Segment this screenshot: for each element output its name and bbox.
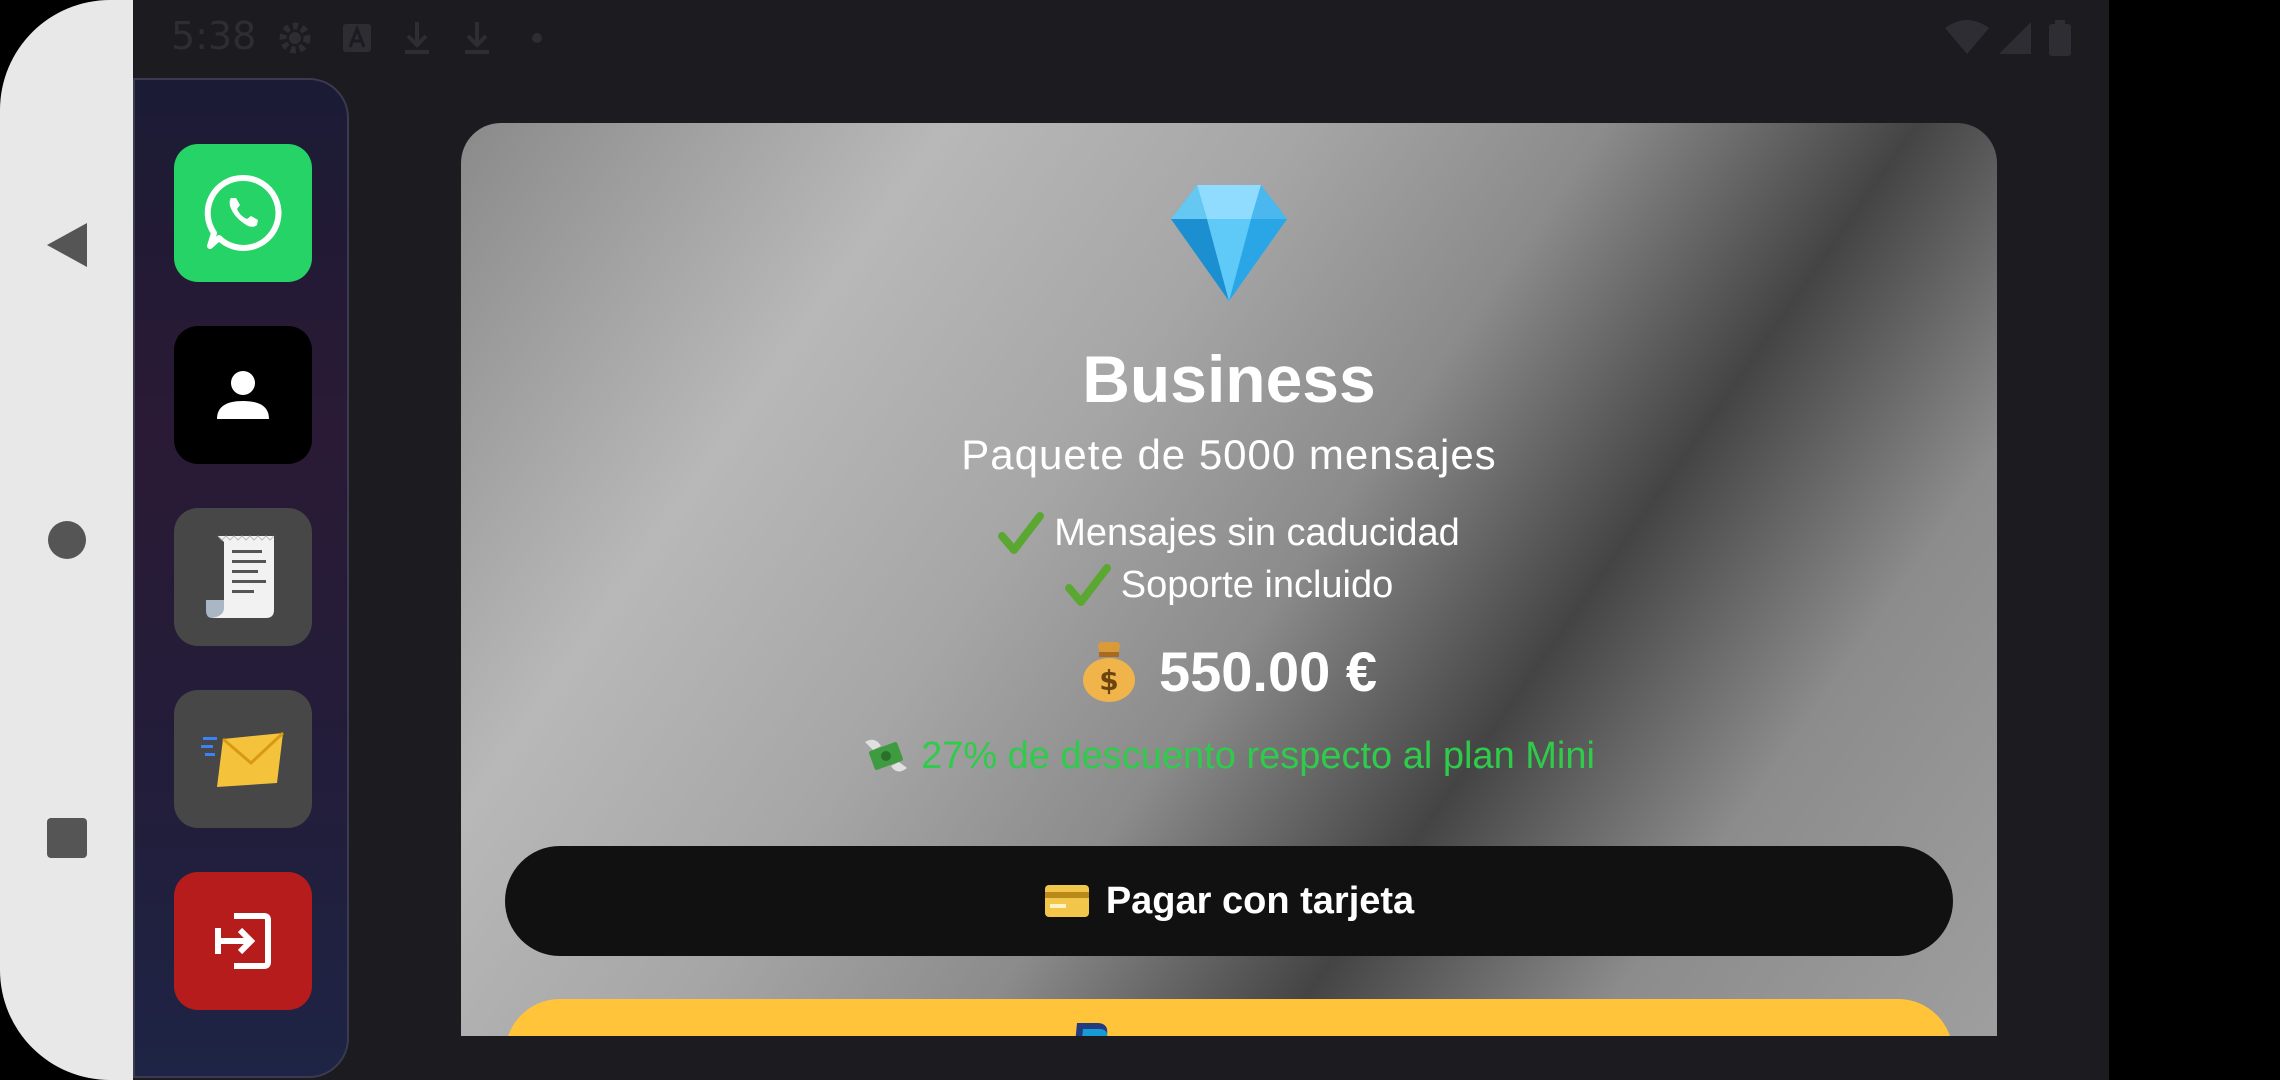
- download-icon-2: [465, 22, 489, 54]
- logout-button[interactable]: [174, 872, 312, 1010]
- app-sidebar: [133, 78, 349, 1078]
- price-value: 550.00 €: [1159, 639, 1377, 703]
- recents-square-icon: [46, 818, 87, 858]
- incoming-envelope-icon: [201, 731, 285, 787]
- price-row: $ 550.00 €: [461, 631, 1997, 711]
- feature-text: Soporte incluido: [1120, 563, 1394, 606]
- whatsapp-button[interactable]: [174, 144, 312, 282]
- checkmark-icon: [998, 512, 1045, 554]
- credit-card-icon: [1044, 885, 1089, 917]
- pay-with-card-button[interactable]: Pagar con tarjeta: [505, 846, 1953, 956]
- status-bar: 5:38: [133, 0, 2109, 78]
- more-dot-icon: [532, 33, 542, 43]
- mail-button[interactable]: [174, 690, 312, 828]
- system-nav-bar: [0, 0, 133, 1080]
- feature-text: Mensajes sin caducidad: [1054, 511, 1460, 554]
- nav-back-button[interactable]: [0, 210, 133, 280]
- cell-signal-icon: [1999, 22, 2031, 54]
- status-time: 5:38: [171, 14, 257, 58]
- plan-icon-wrap: [461, 181, 1997, 311]
- paypal-button[interactable]: [505, 999, 1953, 1036]
- gem-icon: [1171, 185, 1287, 301]
- download-icon: [405, 22, 429, 54]
- app-notification-icon: [343, 24, 371, 52]
- plan-name: Business: [1082, 342, 1376, 416]
- device-frame: 5:38 Business Paquete de 5000 mensajes M…: [0, 0, 2280, 1080]
- svg-text:$: $: [1099, 664, 1118, 697]
- pay-with-card-label: Pagar con tarjeta: [1105, 879, 1415, 922]
- back-triangle-icon: [46, 223, 87, 267]
- exit-icon: [215, 913, 271, 969]
- discount-row: 27% de descuento respecto al plan Mini: [461, 728, 1997, 784]
- main-content: Business Paquete de 5000 mensajes Mensaj…: [349, 78, 2109, 1036]
- battery-icon: [2049, 20, 2071, 56]
- nav-recents-button[interactable]: [0, 803, 133, 873]
- discount-text: 27% de descuento respecto al plan Mini: [921, 734, 1595, 777]
- receipt-button[interactable]: [174, 508, 312, 646]
- plan-card: Business Paquete de 5000 mensajes Mensaj…: [461, 123, 1997, 1036]
- contacts-button[interactable]: [174, 326, 312, 464]
- wifi-icon: [1945, 20, 1989, 54]
- money-with-wings-icon: [865, 739, 908, 772]
- paypal-logo-icon: [1075, 1023, 1108, 1036]
- plan-subtitle: Paquete de 5000 mensajes: [961, 431, 1497, 478]
- receipt-icon: [206, 535, 275, 618]
- checkmark-icon: [1064, 564, 1111, 606]
- person-icon: [217, 371, 269, 419]
- app-screen: 5:38 Business Paquete de 5000 mensajes M…: [133, 0, 2109, 1080]
- nav-home-button[interactable]: [0, 505, 133, 575]
- home-circle-icon: [47, 521, 86, 559]
- whatsapp-icon: [204, 174, 282, 251]
- feature-item: Soporte incluido: [461, 560, 1997, 610]
- settings-gear-icon: [279, 22, 311, 54]
- money-bag-icon: $: [1083, 642, 1135, 702]
- feature-item: Mensajes sin caducidad: [461, 508, 1997, 558]
